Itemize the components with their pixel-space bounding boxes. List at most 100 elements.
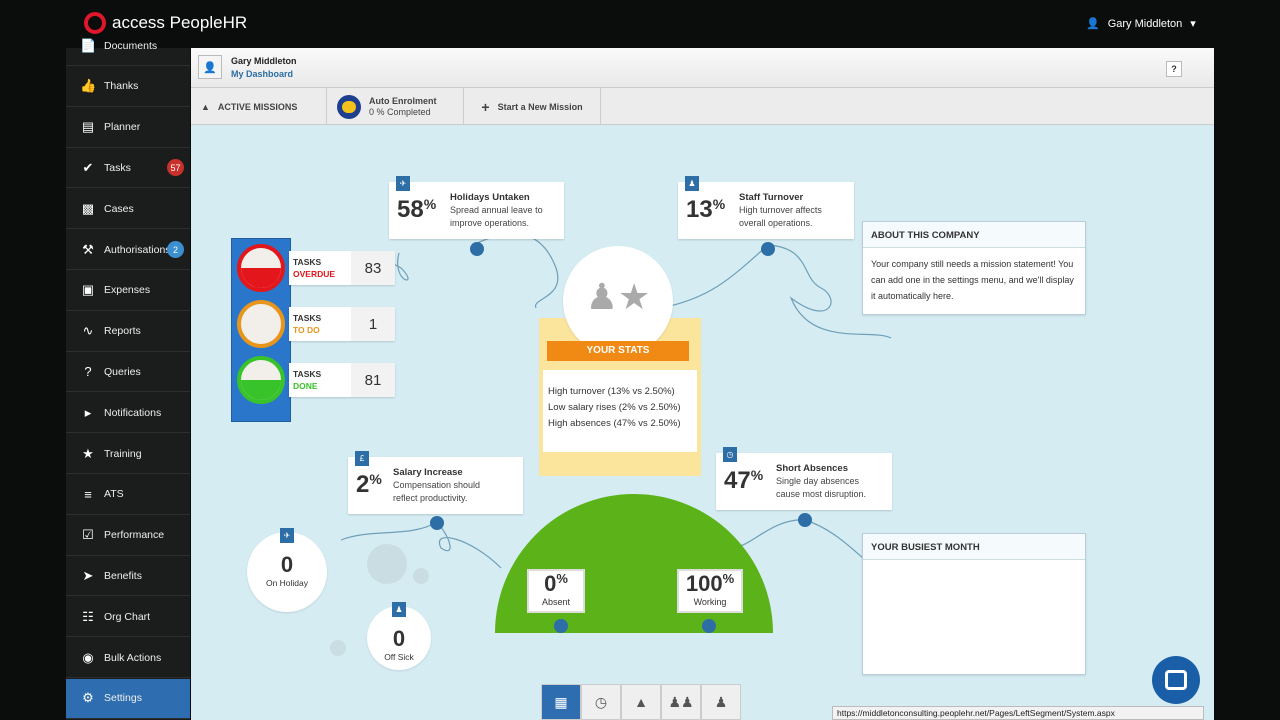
folder-icon: ▩ bbox=[80, 201, 96, 217]
task-label: TASKS bbox=[293, 369, 321, 379]
sidebar-item-training[interactable]: ★ Training bbox=[66, 434, 190, 474]
sidebar-item-label: Expenses bbox=[104, 284, 150, 296]
task-count-card[interactable]: TASKS DONE 81 bbox=[289, 363, 395, 397]
your-stats-ribbon: YOUR STATS bbox=[547, 341, 689, 361]
gavel-icon: ⚒ bbox=[80, 242, 96, 258]
on-holiday-count[interactable]: ✈ 0 On Holiday bbox=[247, 532, 327, 612]
team-view-button[interactable]: ♟♟ bbox=[661, 684, 701, 720]
user-menu[interactable]: 👤Gary Middleton▾ bbox=[1086, 17, 1196, 30]
question-icon: ? bbox=[80, 364, 96, 379]
sidebar-item-reports[interactable]: ∿ Reports bbox=[66, 312, 190, 352]
count-badge: 2 bbox=[167, 241, 184, 258]
thumbs-up-icon: 👍 bbox=[80, 78, 96, 94]
your-stats-list: High turnover (13% vs 2.50%) Low salary … bbox=[543, 370, 697, 452]
task-status: DONE bbox=[293, 381, 318, 391]
documents-icon: 📄 bbox=[80, 38, 96, 54]
sidebar-item-notifications[interactable]: ▸Notifications bbox=[66, 393, 190, 433]
turnover-pct: 13 bbox=[686, 196, 713, 223]
traffic-light-done bbox=[237, 356, 285, 404]
plane-icon: ✈ bbox=[280, 528, 294, 543]
sidebar-item-label: Queries bbox=[104, 366, 141, 378]
user-icon: 👤 bbox=[1086, 17, 1100, 30]
task-count: 81 bbox=[351, 363, 395, 397]
megaphone-icon: ▸ bbox=[80, 405, 96, 421]
chat-icon bbox=[1165, 670, 1187, 690]
busiest-month-panel: YOUR BUSIEST MONTH bbox=[862, 533, 1086, 675]
sidebar-item-label: Benefits bbox=[104, 570, 142, 582]
absent-label: Absent bbox=[529, 597, 583, 607]
sidebar-item-documents[interactable]: 📄 Documents bbox=[66, 26, 190, 66]
absences-pct: 47 bbox=[724, 467, 751, 494]
stat-title: Short Absences bbox=[776, 463, 848, 474]
sidebar-item-planner[interactable]: ▤Planner bbox=[66, 108, 190, 148]
signpost-icon: ➤ bbox=[80, 568, 96, 584]
task-status: OVERDUE bbox=[293, 269, 335, 279]
rocket-view-button[interactable]: ▲ bbox=[621, 684, 661, 720]
holidays-untaken-card[interactable]: ✈ 58% Holidays Untaken Spread annual lea… bbox=[389, 182, 564, 239]
connector-dot bbox=[702, 619, 716, 633]
sidebar-item-performance[interactable]: ☑Performance bbox=[66, 516, 190, 556]
stat-line: High turnover (13% vs 2.50%) bbox=[548, 384, 692, 400]
panel-title: YOUR BUSIEST MONTH bbox=[863, 534, 1085, 560]
off-sick-count[interactable]: ♟ 0 Off Sick bbox=[367, 606, 431, 670]
holidays-pct: 58 bbox=[397, 196, 424, 223]
sidebar-item-bulk-actions[interactable]: ◉Bulk Actions bbox=[66, 638, 190, 678]
sidebar-item-benefits[interactable]: ➤ Benefits bbox=[66, 556, 190, 596]
working-value: 100 bbox=[686, 571, 723, 596]
sidebar-item-label: Org Chart bbox=[104, 611, 150, 623]
sidebar-item-settings[interactable]: ⚙Settings bbox=[66, 679, 190, 719]
sidebar-item-org-chart[interactable]: ☷ Org Chart bbox=[66, 597, 190, 637]
stat-title: Staff Turnover bbox=[739, 192, 803, 203]
holiday-value: 0 bbox=[247, 552, 327, 578]
salary-increase-card[interactable]: £ 2% Salary Increase Compensation should… bbox=[348, 457, 523, 514]
chart-icon: ∿ bbox=[80, 323, 96, 339]
sidebar-item-label: Training bbox=[104, 448, 142, 460]
sidebar-item-cases[interactable]: ▩ Cases bbox=[66, 189, 190, 229]
sidebar-item-queries[interactable]: ? Queries bbox=[66, 352, 190, 392]
absent-box: 0% Absent bbox=[527, 569, 585, 613]
sidebar-item-label: Reports bbox=[104, 325, 141, 337]
top-bar: access PeopleHR 👤Gary Middleton▾ bbox=[0, 0, 1280, 48]
sidebar-item-label: Tasks bbox=[104, 162, 131, 174]
person-view-button[interactable]: ♟ bbox=[701, 684, 741, 720]
traffic-light-to-do bbox=[237, 300, 285, 348]
working-box: 100% Working bbox=[677, 569, 743, 613]
sidebar-item-ats[interactable]: ≡ATS bbox=[66, 475, 190, 515]
grid-view-button[interactable]: ▦ bbox=[541, 684, 581, 720]
about-company-panel: ABOUT THIS COMPANY Your company still ne… bbox=[862, 221, 1086, 315]
pound-icon: £ bbox=[355, 451, 369, 466]
connector-dot bbox=[470, 242, 484, 256]
sidebar-item-label: Bulk Actions bbox=[104, 652, 161, 664]
star-icon: ★ bbox=[80, 446, 96, 462]
wallet-icon: ▣ bbox=[80, 282, 96, 298]
sidebar-item-expenses[interactable]: ▣ Expenses bbox=[66, 271, 190, 311]
chat-button[interactable] bbox=[1152, 656, 1200, 704]
sidebar-item-label: Documents bbox=[104, 40, 157, 52]
person-icon: ♟ bbox=[392, 602, 406, 617]
sidebar-item-label: ATS bbox=[104, 488, 124, 500]
working-label: Working bbox=[679, 597, 741, 607]
stat-value: 58% bbox=[397, 196, 436, 224]
traffic-light-overdue bbox=[237, 244, 285, 292]
clock-view-button[interactable]: ◷ bbox=[581, 684, 621, 720]
person-star-icon: ♟★ bbox=[563, 276, 673, 318]
sidebar-item-thanks[interactable]: 👍Thanks bbox=[66, 67, 190, 107]
staff-turnover-card[interactable]: ♟ 13% Staff Turnover High turnover affec… bbox=[678, 182, 854, 239]
connector-dot bbox=[798, 513, 812, 527]
task-label: TASKS bbox=[293, 313, 321, 323]
status-bar-url: https://middletonconsulting.peoplehr.net… bbox=[832, 706, 1204, 720]
person-icon: ♟ bbox=[685, 176, 699, 191]
short-absences-card[interactable]: ◷ 47% Short Absences Single day absences… bbox=[716, 453, 892, 510]
task-count-card[interactable]: TASKSTO DO1 bbox=[289, 307, 395, 341]
task-label: TASKS bbox=[293, 257, 321, 267]
sidebar-item-label: Authorisations bbox=[104, 244, 171, 256]
connector-dot bbox=[430, 516, 444, 530]
sidebar-item-tasks[interactable]: ✔Tasks57 bbox=[66, 148, 190, 188]
sidebar-item-label: Cases bbox=[104, 203, 134, 215]
check-icon: ✔ bbox=[80, 160, 96, 176]
task-count: 83 bbox=[351, 251, 395, 285]
task-count-card[interactable]: TASKS OVERDUE 83 bbox=[289, 251, 395, 285]
sidebar-item-authorisations[interactable]: ⚒ Authorisations2 bbox=[66, 230, 190, 270]
org-chart-icon: ☷ bbox=[80, 609, 96, 625]
sidebar-item-label: Performance bbox=[104, 529, 164, 541]
